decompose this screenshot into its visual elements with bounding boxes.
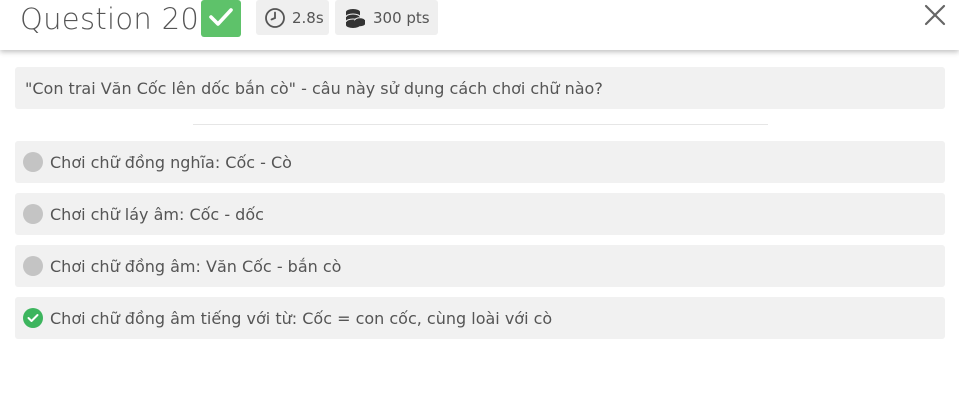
- answer-option-2[interactable]: Chơi chữ láy âm: Cốc - dốc: [15, 193, 945, 235]
- answer-option-label: Chơi chữ đồng âm tiếng với từ: Cốc = con…: [50, 308, 553, 328]
- checkmark-icon: [208, 6, 234, 32]
- time-chip: 2.8s: [256, 0, 329, 35]
- answer-option-4[interactable]: Chơi chữ đồng âm tiếng với từ: Cốc = con…: [15, 297, 945, 339]
- question-title: Question 20: [20, 2, 200, 36]
- radio-dot-icon: [23, 204, 43, 224]
- answer-option-label: Chơi chữ đồng âm: Văn Cốc - bắn cò: [50, 256, 342, 276]
- answer-option-label: Chơi chữ láy âm: Cốc - dốc: [50, 204, 264, 224]
- stopwatch-icon: [264, 7, 286, 29]
- divider: [193, 124, 768, 125]
- correct-status-badge: [201, 0, 241, 37]
- correct-check-icon: [23, 308, 43, 328]
- time-value: 2.8s: [292, 8, 324, 27]
- coins-icon: [343, 7, 367, 29]
- question-header: Question 20 2.8s 300 pts: [0, 0, 959, 50]
- close-icon: [924, 4, 946, 30]
- answer-option-3[interactable]: Chơi chữ đồng âm: Văn Cốc - bắn cò: [15, 245, 945, 287]
- radio-dot-icon: [23, 152, 43, 172]
- answer-option-1[interactable]: Chơi chữ đồng nghĩa: Cốc - Cò: [15, 141, 945, 183]
- close-button[interactable]: [922, 4, 948, 30]
- points-value: 300 pts: [373, 8, 430, 27]
- points-chip: 300 pts: [335, 0, 438, 35]
- radio-dot-icon: [23, 256, 43, 276]
- question-text: "Con trai Văn Cốc lên dốc bắn cò" - câu …: [25, 78, 603, 98]
- question-text-box: "Con trai Văn Cốc lên dốc bắn cò" - câu …: [15, 67, 945, 109]
- answer-option-label: Chơi chữ đồng nghĩa: Cốc - Cò: [50, 152, 292, 172]
